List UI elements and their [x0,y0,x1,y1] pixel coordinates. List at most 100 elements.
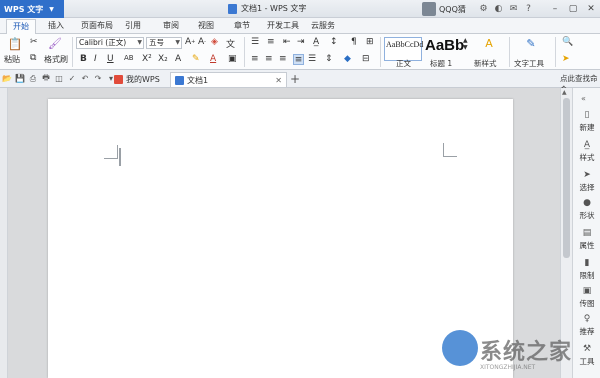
recommend-icon: ♀ [583,314,591,324]
window-title-text: 文档1 - WPS 文字 [241,4,307,13]
find-icon[interactable]: 🔍 [562,37,573,47]
copy-icon[interactable]: ⧉ [30,53,36,63]
format-painter-icon[interactable]: 🖌 [48,36,62,50]
numbered-list-icon[interactable]: ≡ [267,37,275,47]
task-pane-restrict[interactable]: ▮ 限制 [573,258,600,288]
menu-tab-bar: 开始 插入 页面布局 引用 审阅 视图 章节 开发工具 云服务 [0,18,600,34]
minimize-icon[interactable]: – [546,0,564,18]
align-center-icon[interactable]: ≡ [265,54,273,64]
new-style-button[interactable]: 新样式 [474,58,497,69]
new-tab-button[interactable]: + [290,72,300,86]
divider [555,37,556,67]
borders-icon[interactable]: ⊟ [362,54,370,64]
print-icon[interactable]: 🖶 [41,73,51,84]
settings-icon[interactable]: ⚙ [478,2,489,15]
export-pdf-icon[interactable]: ⎙ [28,73,38,84]
superscript-icon[interactable]: X² [142,54,152,64]
spell-check-icon[interactable]: ✓ [67,73,77,84]
task-pane-upload[interactable]: ▣ 传图 [573,286,600,316]
text-tools-icon[interactable]: ✎ [524,36,538,50]
increase-indent-icon[interactable]: ⇥ [297,37,305,47]
subscript-icon[interactable]: X₂ [158,54,168,64]
tab-page-layout[interactable]: 页面布局 [81,20,113,31]
user-name: QQQ猜 [439,4,466,14]
text-tools-button[interactable]: 文字工具 [514,58,544,69]
open-icon[interactable]: 📂 [2,73,12,84]
user-account[interactable]: QQQ猜 [422,2,466,16]
decrease-indent-icon[interactable]: ⇤ [283,37,291,47]
tab-document-1[interactable]: 文档1 ✕ [170,72,287,87]
task-pane-style-label: 样式 [579,153,595,162]
grow-font-icon[interactable]: A + [185,37,195,47]
scrollbar-thumb[interactable] [563,98,570,258]
tab-references[interactable]: 引用 [125,20,141,31]
task-pane-properties[interactable]: ▤ 属性 [573,228,600,258]
task-pane-style[interactable]: A̲ 样式 [573,140,600,170]
table-icon[interactable]: ⊞ [366,37,374,47]
clear-format-icon[interactable]: ◈ [211,37,218,47]
pane-collapse-icon[interactable]: « [581,94,586,103]
tab-view[interactable]: 视图 [198,20,214,31]
tab-developer[interactable]: 开发工具 [267,20,299,31]
pinyin-icon[interactable]: 文 [226,37,235,50]
tab-home[interactable]: 开始 [6,19,36,34]
styles-more-icon[interactable]: ▲ ▼ [463,37,468,51]
tab-insert[interactable]: 插入 [48,20,64,31]
task-pane-new[interactable]: ▯ 新建 [573,110,600,140]
paste-icon[interactable]: 📋 [8,37,23,51]
distributed-icon[interactable]: ☰ [308,54,316,64]
print-preview-icon[interactable]: ◫ [54,73,64,84]
new-style-icon[interactable]: A [482,36,496,50]
shading-icon[interactable]: ◆ [344,54,351,64]
font-color-icon[interactable]: A [210,54,216,64]
align-right-icon[interactable]: ≡ [279,54,287,64]
help-icon[interactable]: ? [523,2,534,15]
chevron-down-icon: ▼ [137,39,142,46]
undo-icon[interactable]: ↶ [80,73,90,84]
sort-icon[interactable]: ↕ [330,37,338,47]
chinese-layout-icon[interactable]: A̲ [313,37,319,47]
shrink-font-icon[interactable]: A- [198,37,206,47]
line-spacing-icon[interactable]: ⇕ [325,54,333,64]
wps-app-menu-button[interactable]: WPS 文字 ▼ [0,0,64,18]
close-tab-icon[interactable]: ✕ [275,76,282,85]
bullet-list-icon[interactable]: ☰ [251,37,259,47]
underline-icon[interactable]: U [107,54,114,64]
watermark-text: 系统之家 [480,340,573,365]
align-left-icon[interactable]: ≡ [251,54,259,64]
site-watermark: 系统之家 XITONGZHIJIA.NET [440,326,600,376]
select-icon: ➤ [583,170,591,180]
paste-button[interactable]: 粘贴 [4,54,20,65]
feedback-icon[interactable]: ✉ [508,2,519,15]
text-effect-icon[interactable]: A [175,54,181,64]
close-icon[interactable]: ✕ [582,0,600,18]
redo-icon[interactable]: ↷ [93,73,103,84]
format-painter-button[interactable]: 格式刷 [44,54,68,65]
document-tab-bar: 📂 💾 ⎙ 🖶 ◫ ✓ ↶ ↷ ▾ 我的WPS 文档1 ✕ + 点此查找命令 [0,70,600,94]
italic-icon[interactable]: I [94,54,97,64]
tab-cloud[interactable]: 云服务 [311,20,335,31]
skin-icon[interactable]: ◐ [493,2,504,15]
tab-my-wps-label: 我的WPS [126,75,160,84]
highlight-icon[interactable]: ✎ [192,54,200,64]
font-size-select[interactable]: 五号 ▼ [146,37,182,49]
tab-my-wps[interactable]: 我的WPS [110,72,170,87]
char-border-icon[interactable]: ▣ [228,54,237,64]
task-pane-shape[interactable]: ● 形状 [573,198,600,228]
text-cursor [119,148,121,166]
style-heading-1-sample: AaBb [425,37,465,54]
save-icon[interactable]: 💾 [15,73,25,84]
cut-icon[interactable]: ✂ [30,37,38,47]
title-bar-tools: ⚙ ◐ ✉ ? [478,2,534,15]
strikethrough-icon[interactable]: AB [124,54,134,62]
font-name-select[interactable]: Calibri (正文) ▼ [76,37,144,49]
show-marks-icon[interactable]: ¶ [351,37,357,47]
tab-chapter[interactable]: 章节 [234,20,250,31]
maximize-icon[interactable]: ▢ [564,0,582,18]
task-pane-select[interactable]: ➤ 选择 [573,170,600,200]
select-pointer-icon[interactable]: ➤ [562,54,570,64]
scroll-up-icon[interactable]: ▲ [562,89,567,96]
bold-icon[interactable]: B [80,54,87,64]
justify-icon[interactable]: ≡ [293,54,304,65]
tab-review[interactable]: 审阅 [163,20,179,31]
